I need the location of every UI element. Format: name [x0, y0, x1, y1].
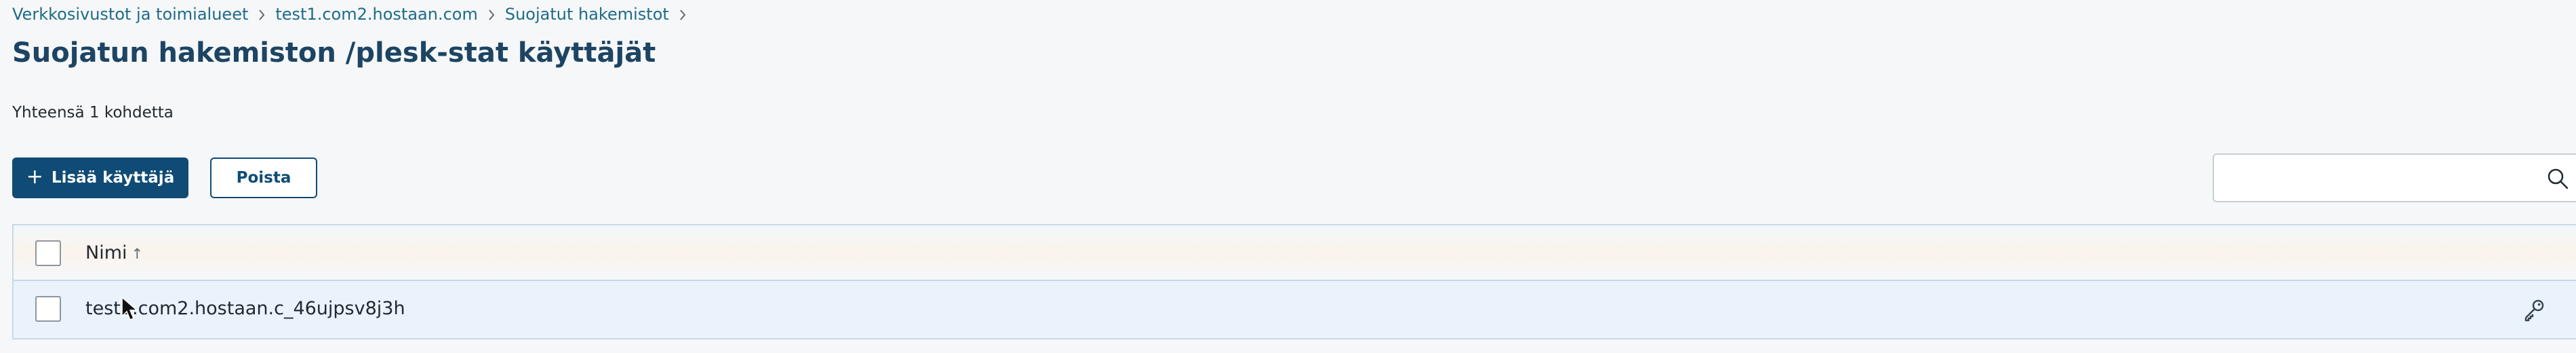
key-icon[interactable] [2522, 297, 2546, 322]
row-checkbox[interactable] [35, 296, 61, 322]
search-icon[interactable] [2546, 167, 2569, 190]
total-count: Yhteensä 1 kohdetta [12, 104, 174, 122]
add-user-button[interactable]: + Lisää käyttäjä [12, 157, 188, 198]
breadcrumb: Verkkosivustot ja toimialueet test1.com2… [12, 4, 696, 24]
row-user-name: test1.com2.hostaan.c_46ujpsv8j3h [85, 298, 405, 319]
search-box [2213, 153, 2576, 202]
add-user-label: Lisää käyttäjä [51, 169, 175, 187]
plus-icon: + [26, 164, 43, 189]
page: Verkkosivustot ja toimialueet test1.com2… [0, 0, 2576, 353]
search-input[interactable] [2221, 160, 2522, 197]
select-all-checkbox[interactable] [35, 240, 61, 266]
breadcrumb-websites-domains[interactable]: Verkkosivustot ja toimialueet [12, 4, 248, 24]
breadcrumb-domain[interactable]: test1.com2.hostaan.com [275, 4, 477, 24]
users-table: Nimi ↑ test1.com2.hostaan.c_46ujpsv8j3h [12, 224, 2576, 339]
chevron-right-icon [669, 4, 696, 24]
page-title: Suojatun hakemiston /plesk-stat käyttäjä… [12, 37, 656, 69]
breadcrumb-protected-directories[interactable]: Suojatut hakemistot [505, 4, 669, 24]
delete-button[interactable]: Poista [210, 157, 317, 198]
column-header-name-label: Nimi [85, 242, 127, 263]
chevron-right-icon [248, 4, 275, 24]
sort-ascending-icon: ↑ [131, 246, 144, 262]
column-header-name[interactable]: Nimi ↑ [85, 242, 143, 265]
table-row: test1.com2.hostaan.c_46ujpsv8j3h [14, 281, 2576, 338]
chevron-right-icon [478, 4, 505, 24]
table-header: Nimi ↑ [14, 225, 2576, 281]
